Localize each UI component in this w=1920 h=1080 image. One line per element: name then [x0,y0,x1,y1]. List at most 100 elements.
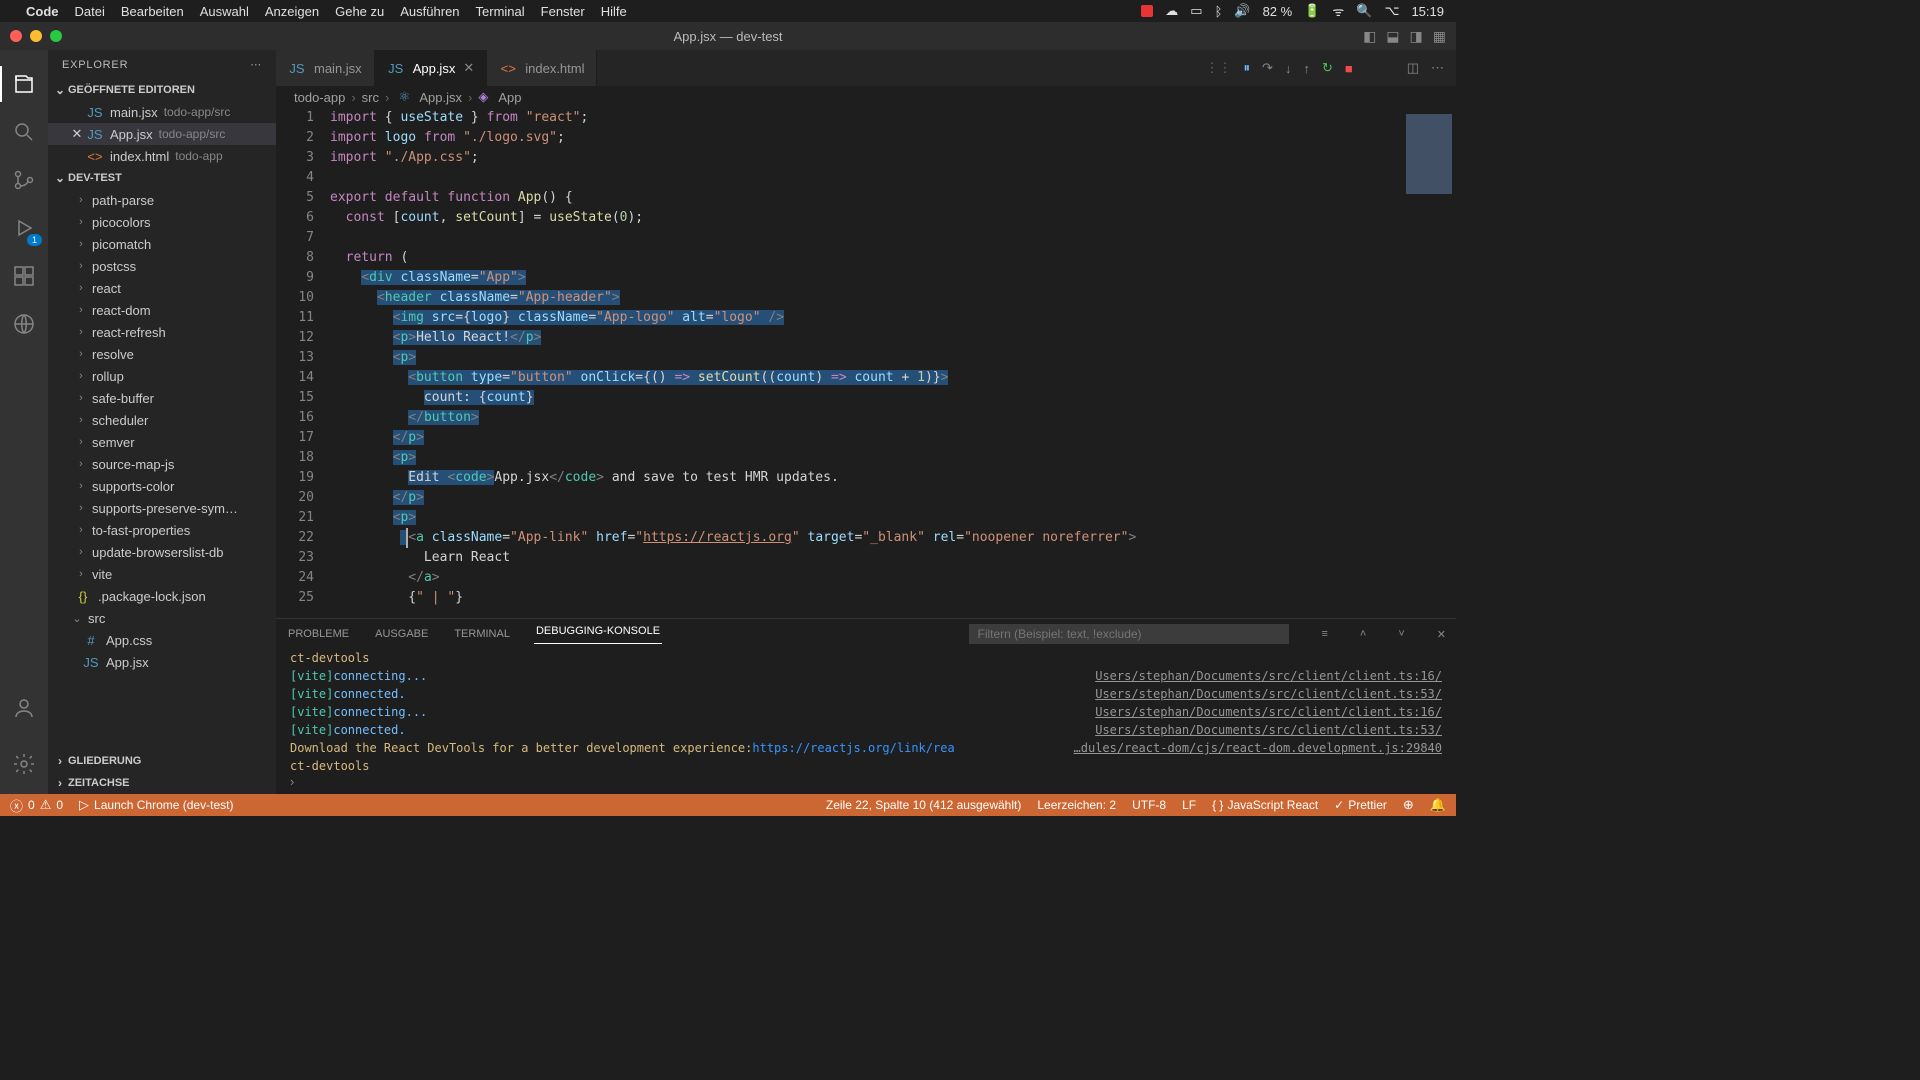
activity-remote[interactable] [0,300,48,348]
folder-row[interactable]: ›safe-buffer [48,387,276,409]
menu-bearbeiten[interactable]: Bearbeiten [121,4,184,19]
folder-row[interactable]: ›semver [48,431,276,453]
volume-icon[interactable]: 🔊 [1234,3,1250,19]
panel-close-icon[interactable]: ✕ [1437,628,1446,641]
activity-extensions[interactable] [0,252,48,300]
bluetooth-icon[interactable]: ᛒ [1215,4,1223,19]
layout-panel-bottom-icon[interactable]: ⬓ [1386,28,1399,45]
editor-more-icon[interactable]: ⋯ [1431,60,1444,76]
folder-row[interactable]: ›react-refresh [48,321,276,343]
window-zoom-button[interactable] [50,30,62,42]
code-editor[interactable]: 1234567891011121314151617181920212223242… [276,108,1456,618]
activity-explorer[interactable] [0,60,48,108]
control-center-icon[interactable]: ⌥ [1384,3,1399,19]
section-open-editors[interactable]: ⌄GEÖFFNETE EDITOREN [48,79,276,101]
debug-drag-icon[interactable]: ⋮⋮ [1206,60,1232,76]
editor-tab[interactable]: JSmain.jsx [276,50,375,86]
layout-panel-left-icon[interactable]: ◧ [1363,28,1376,45]
folder-row[interactable]: ›path-parse [48,189,276,211]
status-encoding[interactable]: UTF-8 [1132,798,1166,812]
folder-row[interactable]: ›react-dom [48,299,276,321]
panel-filter-input[interactable] [969,624,1289,644]
close-editor-icon[interactable]: ✕ [68,126,86,142]
debug-step-into-icon[interactable]: ↓ [1285,61,1292,76]
panel-maximize-icon[interactable]: ˅ [1398,628,1404,640]
debug-stop-icon[interactable]: ■ [1345,61,1353,76]
menu-fenster[interactable]: Fenster [541,4,585,19]
breadcrumb[interactable]: todo-app› src› ⚛App.jsx› ◈App [276,86,1456,108]
window-close-button[interactable] [10,30,22,42]
split-editor-icon[interactable]: ◫ [1407,60,1419,76]
status-eol[interactable]: LF [1182,798,1196,812]
folder-row[interactable]: ›rollup [48,365,276,387]
open-editor-item[interactable]: JSmain.jsxtodo-app/src [48,101,276,123]
editor-tab[interactable]: JSApp.jsx✕ [375,50,488,86]
debug-step-over-icon[interactable]: ↷ [1262,60,1273,76]
status-cursor-pos[interactable]: Zeile 22, Spalte 10 (412 ausgewählt) [826,798,1021,812]
folder-row[interactable]: ›to-fast-properties [48,519,276,541]
file-row[interactable]: #App.css [48,629,276,651]
clock[interactable]: 15:19 [1411,4,1444,19]
open-editor-item[interactable]: <>index.htmltodo-app [48,145,276,167]
cloud-icon[interactable]: ☁ [1165,3,1178,19]
open-editor-item[interactable]: ✕JSApp.jsxtodo-app/src [48,123,276,145]
menu-terminal[interactable]: Terminal [476,4,525,19]
menu-hilfe[interactable]: Hilfe [601,4,627,19]
panel-tab-ausgabe[interactable]: AUSGABE [373,628,430,640]
panel-tab-debug-console[interactable]: DEBUGGING-KONSOLE [534,625,662,644]
folder-row[interactable]: ›vite [48,563,276,585]
debug-restart-icon[interactable]: ↻ [1322,60,1333,76]
activity-accounts[interactable] [0,684,48,732]
status-bell-icon[interactable]: 🔔 [1430,797,1446,813]
section-outline[interactable]: ›GLIEDERUNG [48,750,276,772]
folder-row[interactable]: ›picomatch [48,233,276,255]
search-icon[interactable]: 🔍 [1356,3,1372,19]
status-spaces[interactable]: Leerzeichen: 2 [1037,798,1116,812]
status-errors[interactable]: ⓧ0⚠0 [10,796,63,815]
editor-tab[interactable]: <>index.html [487,50,597,86]
folder-row[interactable]: ›react [48,277,276,299]
file-row[interactable]: {}.package-lock.json [48,585,276,607]
section-devtest[interactable]: ⌄DEV-TEST [48,167,276,189]
folder-row[interactable]: ›update-browserslist-db [48,541,276,563]
menu-ausfuehren[interactable]: Ausführen [400,4,459,19]
debug-console-prompt[interactable]: › [276,774,1456,794]
folder-row[interactable]: ›supports-preserve-sym… [48,497,276,519]
layout-customize-icon[interactable]: ▦ [1433,28,1446,45]
minimap[interactable] [1376,108,1456,618]
section-timeline[interactable]: ›ZEITACHSE [48,772,276,794]
debug-step-out-icon[interactable]: ↑ [1303,61,1310,76]
menu-anzeigen[interactable]: Anzeigen [265,4,319,19]
layout-panel-right-icon[interactable]: ◨ [1410,28,1423,45]
folder-row[interactable]: ›resolve [48,343,276,365]
record-icon[interactable] [1141,5,1153,17]
status-feedback-icon[interactable]: ⊕ [1403,797,1414,813]
activity-source-control[interactable] [0,156,48,204]
folder-row[interactable]: ›scheduler [48,409,276,431]
activity-run-debug[interactable]: 1 [0,204,48,252]
activity-search[interactable] [0,108,48,156]
window-minimize-button[interactable] [30,30,42,42]
menu-gehezu[interactable]: Gehe zu [335,4,384,19]
panel-tab-terminal[interactable]: TERMINAL [452,628,512,640]
folder-row[interactable]: ›supports-color [48,475,276,497]
status-lang[interactable]: { }JavaScript React [1212,798,1318,812]
tab-close-icon[interactable]: ✕ [463,60,474,76]
panel-tab-probleme[interactable]: PROBLEME [286,628,351,640]
folder-row[interactable]: ›picocolors [48,211,276,233]
app-menu[interactable]: Code [26,4,59,19]
sidebar-more-icon[interactable]: ⋯ [250,58,262,71]
panel-collapse-icon[interactable]: ˄ [1360,628,1366,640]
status-launch[interactable]: ▷Launch Chrome (dev-test) [79,797,233,813]
debug-console-output[interactable]: ct-devtools[vite] connecting...Users/ste… [276,649,1456,774]
status-prettier[interactable]: ✓Prettier [1334,798,1387,812]
menu-auswahl[interactable]: Auswahl [200,4,249,19]
folder-row-src[interactable]: ⌄src [48,607,276,629]
folder-row[interactable]: ›source-map-js [48,453,276,475]
battery-icon[interactable]: 🔋 [1304,3,1320,19]
file-row[interactable]: JSApp.jsx [48,651,276,673]
activity-settings[interactable] [0,740,48,788]
panel-filter-settings-icon[interactable]: ≡ [1321,628,1327,640]
menu-datei[interactable]: Datei [75,4,105,19]
wifi-icon[interactable]: ᯤ [1332,2,1344,20]
